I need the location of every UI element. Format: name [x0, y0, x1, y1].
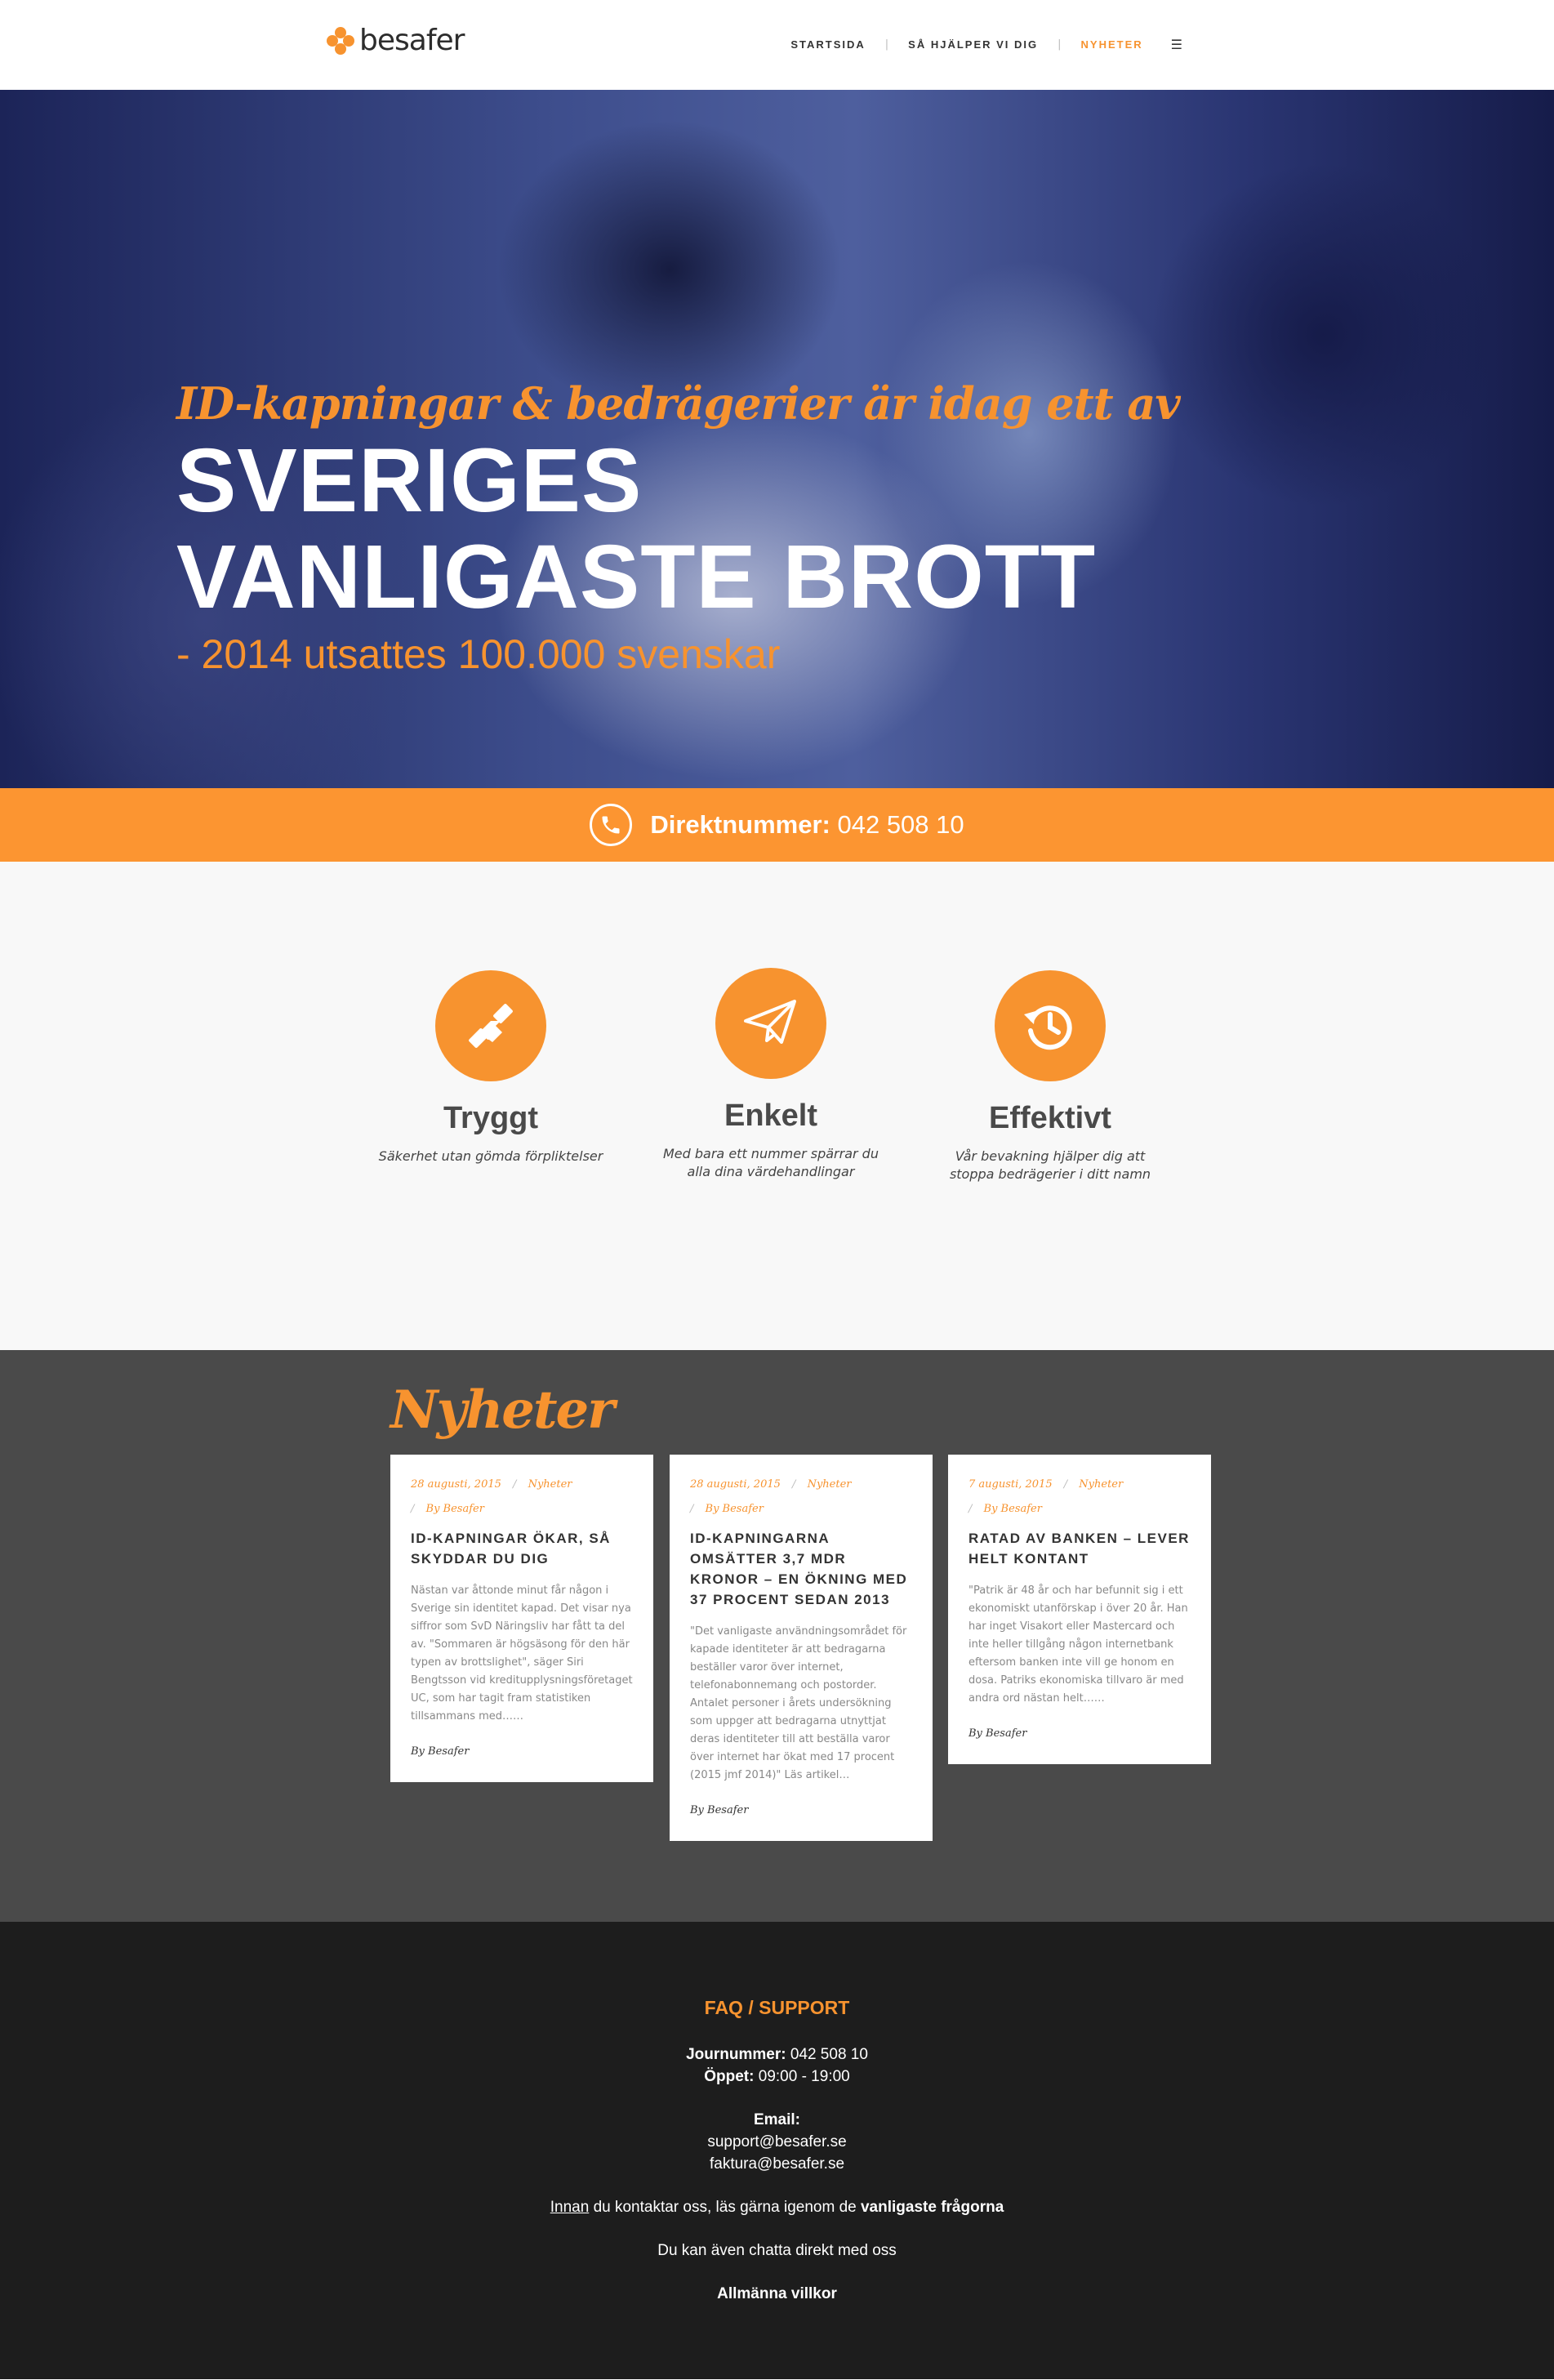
hero-title-line2: VANLIGASTE BROTT — [176, 527, 1097, 627]
news-card[interactable]: 28 augusti, 2015 / Nyheter / By Besafer … — [670, 1455, 933, 1841]
journummer-value: 042 508 10 — [790, 2046, 868, 2063]
card-excerpt: Nästan var åttonde minut får någon i Sve… — [411, 1584, 633, 1723]
feature-text: Säkerhet utan gömda förpliktelser — [378, 1148, 603, 1164]
email-label: Email: — [0, 2109, 1554, 2131]
faq-middle-text: du kontaktar oss, läs gärna igenom de — [593, 2199, 857, 2216]
chat-text[interactable]: Du kan även chatta direkt med oss — [0, 2240, 1554, 2262]
card-meta: 28 augusti, 2015 / Nyheter — [411, 1473, 633, 1497]
hero-banner: ID-kapningar & bedrägerier är idag ett a… — [0, 90, 1554, 788]
email-support-link[interactable]: support@besafer.se — [707, 2133, 846, 2150]
card-excerpt: "Det vanligaste användningsområdet för k… — [690, 1625, 907, 1781]
feature-title: Tryggt — [443, 1101, 539, 1135]
email-faktura-link[interactable]: faktura@besafer.se — [710, 2155, 844, 2173]
faq-innan-link[interactable]: Innan — [550, 2199, 590, 2216]
footer-heading: FAQ / SUPPORT — [704, 1997, 850, 2018]
feature-enkelt: Enkelt Med bara ett nummer spärrar du al… — [657, 968, 885, 1181]
handshake-icon — [435, 970, 546, 1081]
feature-title: Enkelt — [724, 1099, 818, 1133]
faq-line: Innan du kontaktar oss, läs gärna igenom… — [0, 2196, 1554, 2218]
terms-link-text[interactable]: Allmänna villkor — [717, 2285, 837, 2302]
feature-text: Med bara ett nummer spärrar du alla dina… — [663, 1146, 879, 1179]
hero-subtitle: - 2014 utsattes 100.000 svenskar — [176, 631, 781, 677]
card-meta-author: / By Besafer — [690, 1497, 912, 1522]
card-meta: 28 augusti, 2015 / Nyheter — [690, 1473, 912, 1497]
card-excerpt: "Patrik är 48 år och har befunnit sig i … — [968, 1584, 1188, 1705]
email-label-text: Email: — [753, 2111, 801, 2128]
faq-innan-text[interactable]: Innan — [550, 2199, 590, 2216]
card-author[interactable]: By Besafer — [690, 1804, 912, 1816]
meta-separator: / — [411, 1503, 415, 1515]
journummer-line: Journummer: 042 508 10 — [0, 2044, 1554, 2066]
card-title[interactable]: ID-KAPNINGARNA OMSÄTTER 3,7 MDR KRONOR –… — [690, 1528, 912, 1610]
nav-nyheter[interactable]: NYHETER — [1081, 38, 1143, 51]
phone-strip: Direktnummer: 042 508 10 — [0, 788, 1554, 862]
card-author-meta[interactable]: By Besafer — [706, 1503, 764, 1515]
card-author[interactable]: By Besafer — [968, 1727, 1191, 1740]
faq-link-text[interactable]: vanligaste frågorna — [861, 2199, 1004, 2216]
hero-script-line: ID-kapningar & bedrägerier är idag ett a… — [176, 377, 1181, 430]
card-meta-author: / By Besafer — [968, 1497, 1191, 1522]
card-category[interactable]: Nyheter — [1079, 1478, 1123, 1491]
meta-separator: / — [792, 1478, 796, 1491]
card-date[interactable]: 28 augusti, 2015 — [690, 1478, 781, 1491]
opening-hours-line: Öppet: 09:00 - 19:00 — [0, 2066, 1554, 2088]
open-value: 09:00 - 19:00 — [758, 2068, 850, 2085]
card-author-meta[interactable]: By Besafer — [426, 1503, 484, 1515]
journummer-label: Journummer: — [686, 2046, 786, 2063]
hero-title: SVERIGES VANLIGASTE BROTT — [176, 433, 1096, 626]
card-category[interactable]: Nyheter — [808, 1478, 852, 1491]
features-section: Tryggt Säkerhet utan gömda förpliktelser… — [0, 862, 1554, 1350]
phone-number: 042 508 10 — [837, 810, 964, 839]
card-meta-author: / By Besafer — [411, 1497, 633, 1522]
feature-tryggt: Tryggt Säkerhet utan gömda förpliktelser — [376, 970, 605, 1165]
card-category[interactable]: Nyheter — [528, 1478, 572, 1491]
meta-separator: / — [513, 1478, 517, 1491]
nav-separator: | — [1058, 38, 1062, 51]
card-author[interactable]: By Besafer — [411, 1745, 633, 1758]
hero-title-line1: SVERIGES — [176, 430, 643, 531]
meta-separator: / — [1063, 1478, 1068, 1491]
meta-separator: / — [690, 1503, 694, 1515]
feature-text: Vår bevakning hjälper dig att stoppa bed… — [949, 1148, 1151, 1182]
card-title[interactable]: ID-KAPNINGAR ÖKAR, SÅ SKYDDAR DU DIG — [411, 1528, 633, 1569]
hamburger-icon[interactable]: ☰ — [1171, 37, 1182, 52]
terms-link[interactable]: Allmänna villkor — [717, 2285, 837, 2302]
logo-mark-icon — [327, 27, 354, 55]
news-heading: Nyheter — [390, 1379, 615, 1441]
faq-link[interactable]: vanligaste frågorna — [861, 2199, 1004, 2216]
feature-title: Effektivt — [989, 1101, 1111, 1135]
card-author-meta[interactable]: By Besafer — [984, 1503, 1042, 1515]
open-label: Öppet: — [704, 2068, 755, 2085]
news-card[interactable]: 28 augusti, 2015 / Nyheter / By Besafer … — [390, 1455, 653, 1782]
nav-separator: | — [884, 38, 889, 51]
nav-sa-hjalper-vi-dig[interactable]: SÅ HJÄLPER VI DIG — [908, 38, 1038, 51]
nav-startsida[interactable]: STARTSIDA — [790, 38, 865, 51]
terms-line[interactable]: Allmänna villkor — [0, 2283, 1554, 2305]
main-nav: STARTSIDA | SÅ HJÄLPER VI DIG | NYHETER … — [790, 37, 1182, 52]
site-footer: FAQ / SUPPORT Journummer: 042 508 10 Öpp… — [0, 1922, 1554, 2379]
email-support[interactable]: support@besafer.se — [0, 2131, 1554, 2153]
email-faktura[interactable]: faktura@besafer.se — [0, 2153, 1554, 2175]
history-clock-icon — [995, 970, 1106, 1081]
logo-text: besafer — [359, 24, 465, 57]
card-date[interactable]: 7 augusti, 2015 — [968, 1478, 1053, 1491]
card-date[interactable]: 28 augusti, 2015 — [411, 1478, 501, 1491]
paper-plane-icon — [715, 968, 826, 1079]
news-section: Nyheter 28 augusti, 2015 / Nyheter / By … — [0, 1350, 1554, 1922]
news-card[interactable]: 7 augusti, 2015 / Nyheter / By Besafer R… — [948, 1455, 1211, 1764]
logo[interactable]: besafer — [327, 24, 465, 57]
phone-label: Direktnummer: — [650, 810, 830, 839]
meta-separator: / — [968, 1503, 973, 1515]
site-header: besafer STARTSIDA | SÅ HJÄLPER VI DIG | … — [0, 0, 1554, 90]
card-meta: 7 augusti, 2015 / Nyheter — [968, 1473, 1191, 1497]
phone-text[interactable]: Direktnummer: 042 508 10 — [650, 810, 964, 840]
phone-icon[interactable] — [590, 804, 633, 846]
card-title[interactable]: RATAD AV BANKEN – LEVER HELT KONTANT — [968, 1528, 1191, 1569]
feature-effektivt: Effektivt Vår bevakning hjälper dig att … — [936, 970, 1164, 1183]
